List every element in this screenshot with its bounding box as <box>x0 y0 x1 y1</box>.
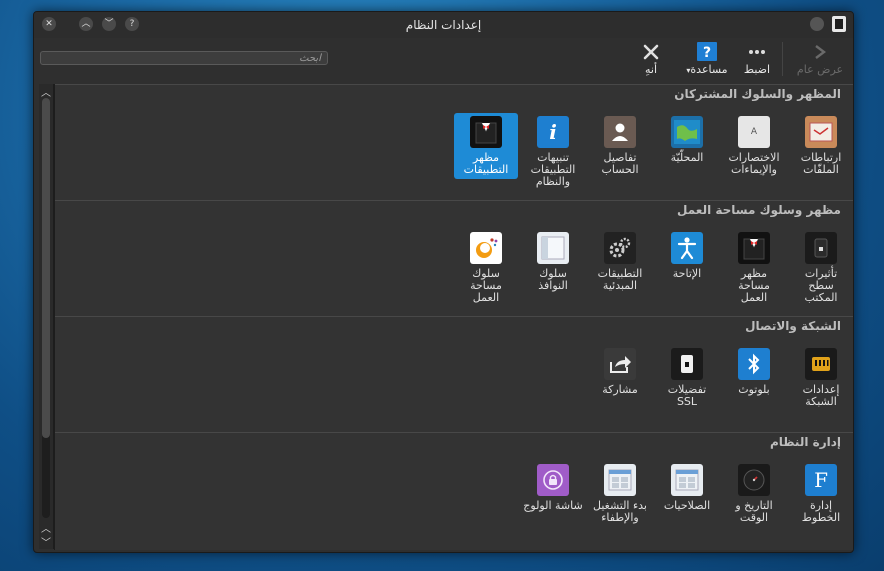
scroll-up-icon-lower[interactable]: ︿ <box>39 520 53 535</box>
workspace-behavior-icon <box>470 232 502 264</box>
system-settings-window: ✕ ︿ ﹀ ? إعدادات النظام ابحث أنهِ ? ▾مساع… <box>33 11 854 553</box>
item-network-settings[interactable]: إعدادات الشبكة <box>789 345 853 411</box>
item-notifications[interactable]: i تنبيهات التطبيقات والنظام <box>521 113 585 191</box>
vertical-scrollbar[interactable]: ︿ ︿ ﹀ <box>39 84 54 549</box>
section-title: مظهر وسلوك مساحة العمل <box>677 203 841 217</box>
window-title: إعدادات النظام <box>405 18 482 32</box>
date-time-icon <box>738 464 770 496</box>
scroll-down-icon[interactable]: ﹀ <box>39 534 53 549</box>
scroll-thumb[interactable] <box>42 98 50 438</box>
search-placeholder: ابحث <box>299 53 321 64</box>
item-date-time[interactable]: التاريخ و الوقت <box>722 461 786 527</box>
item-ssl-preferences[interactable]: تفضيلات SSL <box>655 345 719 411</box>
item-desktop-effects[interactable]: تأثيرات سطح المكتب <box>789 229 853 307</box>
close-icon <box>634 41 668 63</box>
startup-shutdown-icon <box>604 464 636 496</box>
section-title: المظهر والسلوك المشتركان <box>674 87 841 101</box>
item-workspace-behavior[interactable]: سلوك مساحة العمل <box>454 229 518 307</box>
ssl-icon <box>671 348 703 380</box>
login-screen-icon <box>537 464 569 496</box>
quit-label: أنهِ <box>644 63 657 76</box>
locale-icon <box>671 116 703 148</box>
section-network: الشبكة والاتصال إعدادات الشبكة بلوتوث تف… <box>55 316 853 432</box>
workspace-theme-icon <box>738 232 770 264</box>
search-input[interactable]: ابحث <box>40 51 328 65</box>
account-icon <box>604 116 636 148</box>
overview-button[interactable]: عرض عام <box>790 41 850 76</box>
scroll-up-icon[interactable]: ︿ <box>39 84 53 99</box>
more-dots-icon <box>740 41 774 63</box>
item-account-details[interactable]: تفاصيل الحساب <box>588 113 652 179</box>
configure-label: اضبط <box>743 63 771 76</box>
item-permissions[interactable]: الصلاحيات <box>655 461 719 515</box>
section-title: الشبكة والاتصال <box>745 319 841 333</box>
window-behavior-icon <box>537 232 569 264</box>
toolbar: ابحث أنهِ ? ▾مساعدة اضبط عرض عام <box>34 38 853 82</box>
share-icon <box>604 348 636 380</box>
permissions-icon <box>671 464 703 496</box>
network-settings-icon <box>805 348 837 380</box>
settings-content: المظهر والسلوك المشتركان ارتباطات الملفّ… <box>54 84 853 550</box>
toolbar-divider <box>782 42 783 76</box>
item-bluetooth[interactable]: بلوتوث <box>722 345 786 399</box>
application-style-icon <box>470 116 502 148</box>
item-locale[interactable]: المحلّيّة <box>655 113 719 167</box>
accessibility-icon <box>671 232 703 264</box>
svg-text:?: ? <box>703 45 711 61</box>
keep-above-button[interactable] <box>832 16 846 32</box>
shortcuts-icon: A <box>738 116 770 148</box>
font-management-icon: F <box>805 464 837 496</box>
section-system-administration: إدارة النظام F إدارة الخطوط التاريخ و ال… <box>55 432 853 550</box>
help-icon: ? <box>682 41 732 63</box>
item-share[interactable]: مشاركة <box>588 345 652 399</box>
item-shortcuts[interactable]: A الاختصارات والإيماءات <box>722 113 786 179</box>
help-label: مساعدة <box>690 63 728 76</box>
bluetooth-icon <box>738 348 770 380</box>
quit-button[interactable]: أنهِ <box>634 41 668 76</box>
title-bar: ✕ ︿ ﹀ ? إعدادات النظام <box>34 12 853 38</box>
help-button[interactable]: ? ▾مساعدة <box>682 41 732 76</box>
item-file-associations[interactable]: ارتباطات الملفّات <box>789 113 853 179</box>
item-accessibility[interactable]: الإتاحة <box>655 229 719 283</box>
item-default-applications[interactable]: التطبيقات المبدئية <box>588 229 652 295</box>
file-associations-icon <box>805 116 837 148</box>
item-window-behavior[interactable]: سلوك النوافذ <box>521 229 585 295</box>
item-startup-shutdown[interactable]: بدء التشغيل والإطفاء <box>588 461 652 527</box>
section-title: إدارة النظام <box>769 435 841 449</box>
default-applications-icon <box>604 232 636 264</box>
item-workspace-theme[interactable]: مظهر مساحة العمل <box>722 229 786 307</box>
item-login-screen[interactable]: شاشة الولوج <box>521 461 585 515</box>
notifications-icon: i <box>537 116 569 148</box>
item-font-management[interactable]: F إدارة الخطوط <box>789 461 853 527</box>
overview-label: عرض عام <box>796 63 844 76</box>
configure-button[interactable]: اضبط <box>740 41 774 76</box>
arrow-right-icon <box>790 41 850 63</box>
item-application-style[interactable]: مظهر التطبيقات <box>454 113 518 179</box>
window-menu-button[interactable] <box>810 17 824 31</box>
section-common-appearance: المظهر والسلوك المشتركان ارتباطات الملفّ… <box>55 84 853 200</box>
desktop-effects-icon <box>805 232 837 264</box>
section-workspace-appearance: مظهر وسلوك مساحة العمل تأثيرات سطح المكت… <box>55 200 853 316</box>
